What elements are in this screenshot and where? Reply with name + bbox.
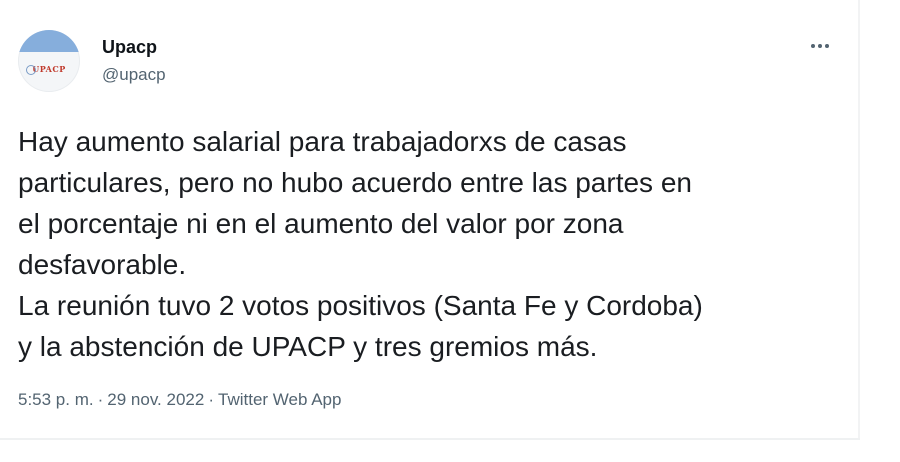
tweet-time[interactable]: 5:53 p. m.	[18, 390, 94, 409]
card-right-border	[858, 0, 860, 440]
tweet-source-link[interactable]: Twitter Web App	[218, 390, 341, 409]
more-horizontal-icon	[811, 44, 815, 48]
more-horizontal-icon-dot	[818, 44, 822, 48]
tweet-text-line: particulares, pero no hubo acuerdo entre…	[18, 167, 692, 198]
tweet-text-line: el porcentaje ni en el aumento del valor…	[18, 208, 624, 239]
meta-separator: ·	[97, 390, 104, 409]
avatar-logo-text: UPACP	[24, 63, 74, 75]
card-bottom-border	[0, 438, 860, 440]
tweet-date[interactable]: 29 nov. 2022	[107, 390, 204, 409]
avatar-banner-band	[18, 30, 80, 52]
author-handle[interactable]: @upacp	[102, 64, 166, 86]
tweet-text-line: Hay aumento salarial para trabajadorxs d…	[18, 126, 627, 157]
meta-separator: ·	[208, 390, 214, 409]
author-display-name[interactable]: Upacp	[102, 36, 157, 58]
tweet-card: UPACP Upacp @upacp Hay aumento salarial …	[0, 0, 860, 440]
more-horizontal-icon-dot	[825, 44, 829, 48]
more-options-button[interactable]	[800, 32, 840, 60]
tweet-text-line: La reunión tuvo 2 votos positivos (Santa…	[18, 290, 703, 321]
tweet-metadata: 5:53 p. m. · 29 nov. 2022 · Twitter Web App	[18, 388, 341, 412]
author-avatar[interactable]: UPACP	[18, 30, 80, 92]
tweet-text-line: y la abstención de UPACP y tres gremios …	[18, 331, 598, 362]
tweet-text-line: desfavorable.	[18, 249, 187, 280]
tweet-text: Hay aumento salarial para trabajadorxs d…	[18, 121, 848, 367]
